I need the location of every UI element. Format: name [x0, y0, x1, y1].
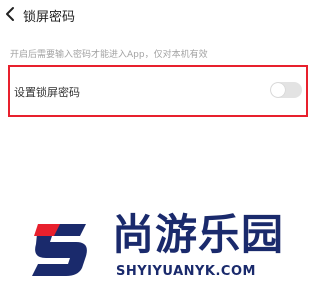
lock-password-toggle[interactable] [270, 82, 302, 98]
set-lock-password-label: 设置锁屏密码 [14, 86, 80, 99]
watermark: 尚游乐园 SHYIYUANYK.COM [0, 200, 320, 287]
toggle-knob [271, 83, 285, 97]
hint-text: 开启后需要输入密码才能进入App，仅对本机有效 [10, 50, 208, 60]
chevron-left-icon [6, 7, 14, 21]
header-bar: 锁屏密码 [0, 0, 320, 32]
watermark-chinese-text: 尚游乐园 [112, 210, 285, 259]
page-title: 锁屏密码 [23, 10, 76, 25]
lock-screen-password-page: 锁屏密码 开启后需要输入密码才能进入App，仅对本机有效 设置锁屏密码 尚游乐园… [0, 0, 320, 287]
watermark-english-text: SHYIYUANYK.COM [116, 264, 256, 279]
watermark-s-logo-icon [32, 224, 87, 276]
set-lock-password-row[interactable]: 设置锁屏密码 [8, 65, 308, 117]
